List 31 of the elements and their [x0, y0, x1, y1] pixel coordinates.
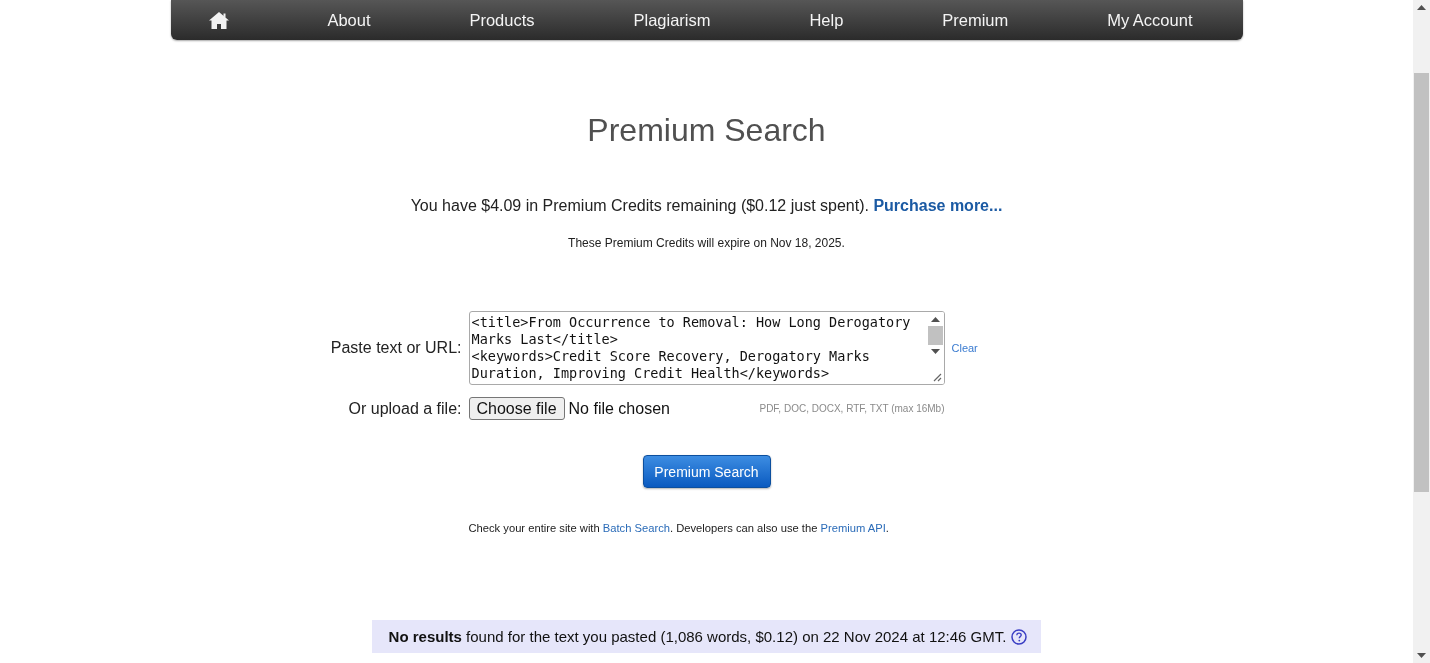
upload-label: Or upload a file: [348, 399, 462, 418]
scrollbar-thumb[interactable] [1414, 73, 1429, 492]
scrollbar-thumb[interactable] [927, 326, 943, 345]
expiry-note: These Premium Credits will expire on Nov 18, 2025. [568, 235, 845, 251]
text-input-label: Paste text or URL: [330, 339, 462, 357]
purchase-more-link[interactable]: Purchase more... [873, 197, 1003, 214]
nav-link[interactable]: Plagiarism [633, 10, 711, 30]
scroll-down-icon[interactable] [930, 349, 940, 354]
choose-file-button[interactable]: Choose file [468, 397, 565, 420]
nav-link[interactable]: Help [809, 10, 844, 30]
file-types-hint: PDF, DOC, DOCX, RTF, TXT (max 16Mb) [759, 403, 945, 414]
premium-search-button[interactable]: Premium Search [642, 455, 771, 488]
nav-link[interactable]: Premium [942, 10, 1009, 30]
nav-link[interactable]: About [327, 10, 371, 30]
nav-link[interactable]: My Account [1107, 10, 1193, 30]
scroll-down-icon[interactable] [1417, 653, 1426, 658]
nav-link[interactable]: Products [469, 10, 535, 30]
resize-handle-icon[interactable] [932, 373, 942, 382]
page-title: Premium Search [587, 111, 826, 149]
result-message: No results found for the text you pasted (1,086 words, $0.12) on 22 Nov 2024 at 12:46 GMT. [388, 628, 1007, 645]
premium-api-link[interactable]: Premium API [820, 522, 886, 534]
scroll-up-icon[interactable] [930, 317, 940, 322]
clear-link[interactable]: Clear [951, 342, 978, 354]
batch-search-note: Check your entire site with Batch Search. Developers can also use the Premium API. [468, 521, 890, 536]
help-icon[interactable] [1011, 628, 1028, 645]
file-status: No file chosen [568, 399, 670, 418]
home-icon[interactable] [208, 11, 229, 29]
scroll-up-icon[interactable] [1417, 5, 1426, 10]
batch-search-link[interactable]: Batch Search [602, 522, 670, 534]
text-input-field[interactable]: <title>From Occurrence to Removal: How Long Derogatory Marks Last</title> <keywords>Credit Score Recovery, Derogatory Marks Duration, Improving Credit Health</keywords> [468, 311, 945, 385]
credits-message: You have $4.09 in Premium Credits remaining ($0.12 just spent). Purchase more... [410, 196, 1003, 216]
